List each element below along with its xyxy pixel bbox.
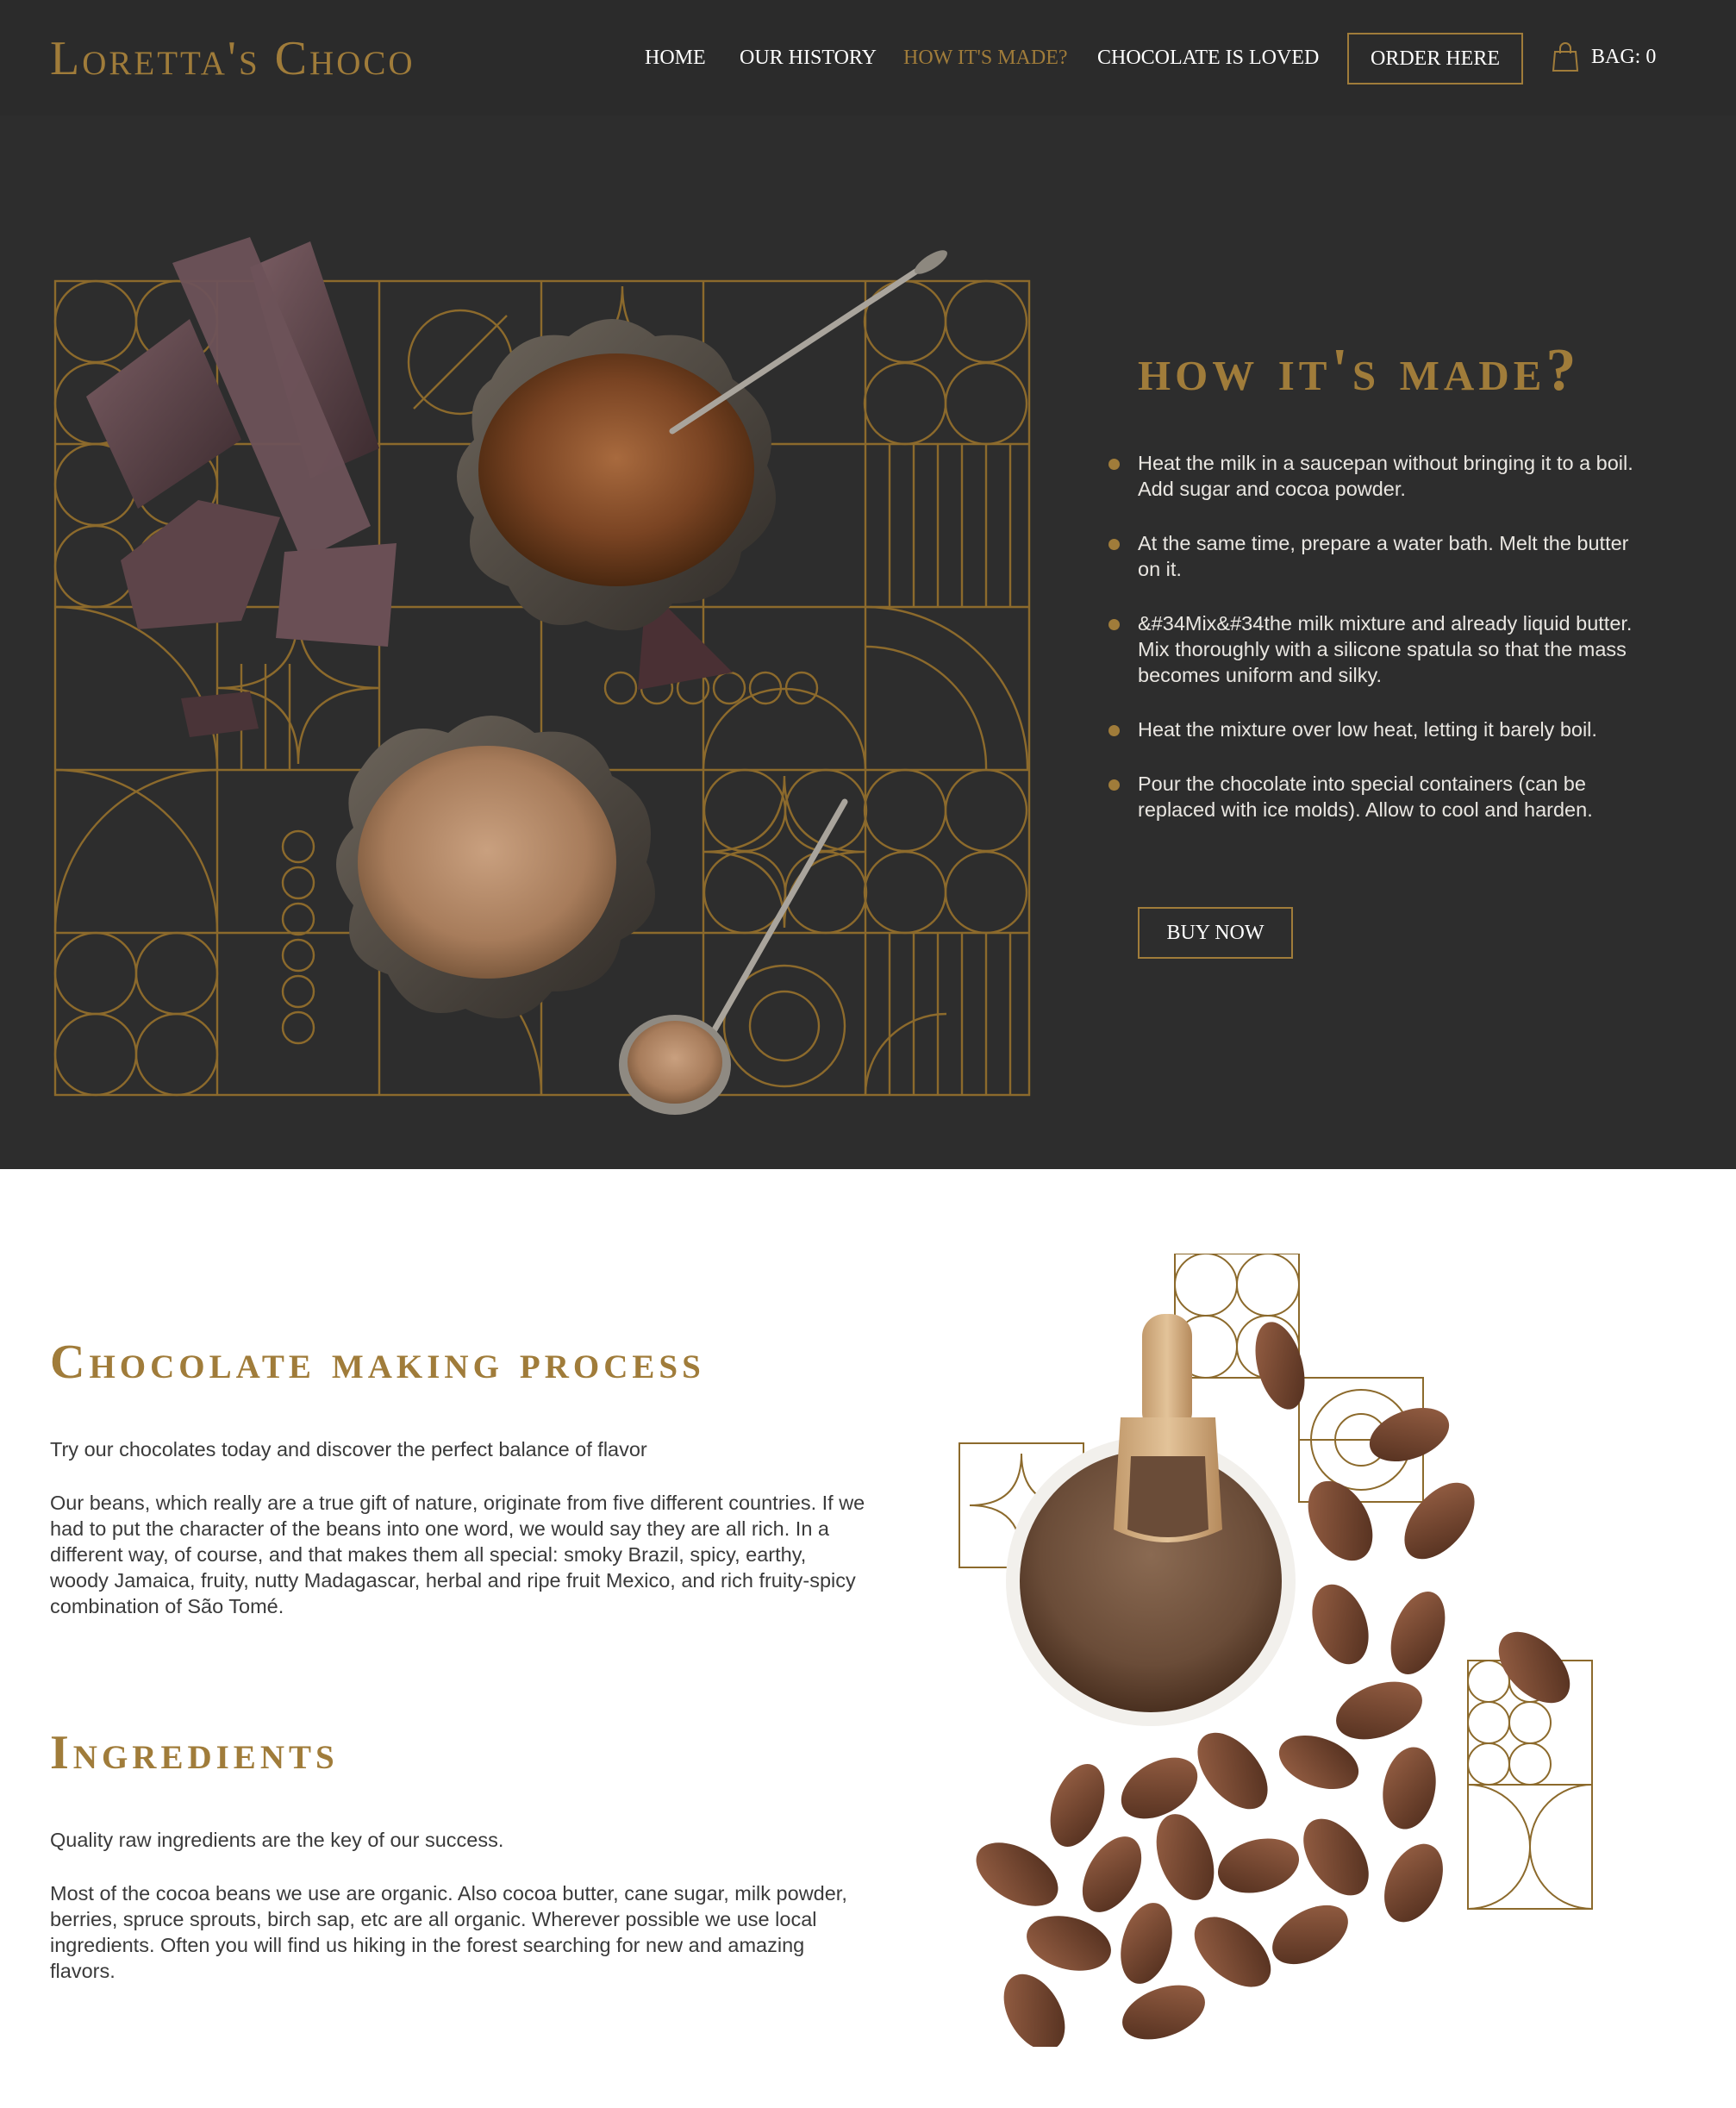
- process-section: Chocolate making process Try our chocola…: [0, 1169, 1736, 2108]
- step-text: At the same time, prepare a water bath. …: [1138, 532, 1629, 580]
- chocolate-ingredients-image: [53, 237, 1031, 1115]
- step-text: Heat the mixture over low heat, letting …: [1138, 718, 1597, 741]
- process-title: Chocolate making process: [50, 1335, 705, 1389]
- order-here-button[interactable]: ORDER HERE: [1347, 33, 1523, 84]
- how-its-made-section: how it's made? Heat the milk in a saucep…: [0, 116, 1736, 1169]
- step-text: Pour the chocolate into special containe…: [1138, 773, 1593, 821]
- bullet-icon: [1108, 779, 1120, 791]
- bullet-icon: [1108, 619, 1120, 630]
- hero-title: how it's made?: [1138, 337, 1581, 403]
- cocoa-beans-image: [959, 1254, 1593, 2047]
- buy-now-button[interactable]: BUY NOW: [1138, 907, 1293, 959]
- bullet-icon: [1108, 539, 1120, 550]
- nav-item-chocolate-is-loved[interactable]: CHOCOLATE IS LOVED: [1097, 45, 1319, 71]
- nav-item-our-history[interactable]: OUR HISTORY: [740, 45, 877, 71]
- ingredients-title: Ingredients: [50, 1726, 339, 1780]
- bullet-icon: [1108, 459, 1120, 470]
- step-text: Heat the milk in a saucepan without brin…: [1138, 452, 1633, 500]
- shopping-bag[interactable]: BAG: 0: [1552, 40, 1656, 74]
- site-header: Loretta's Choco HOME OUR HISTORY HOW IT'…: [0, 0, 1736, 116]
- nav-item-home[interactable]: HOME: [645, 45, 706, 71]
- shopping-bag-icon: [1552, 42, 1579, 72]
- list-item: At the same time, prepare a water bath. …: [1108, 530, 1652, 582]
- ingredients-intro: Quality raw ingredients are the key of o…: [50, 1829, 504, 1851]
- bullet-icon: [1108, 725, 1120, 736]
- bag-count: BAG: 0: [1591, 45, 1657, 68]
- process-intro: Try our chocolates today and discover th…: [50, 1438, 647, 1461]
- step-text: &#34Mix&#34the milk mixture and already …: [1138, 612, 1633, 686]
- list-item: Pour the chocolate into special containe…: [1108, 771, 1652, 823]
- list-item: Heat the mixture over low heat, letting …: [1108, 716, 1652, 742]
- nav-item-how-its-made[interactable]: HOW IT'S MADE?: [903, 45, 1068, 71]
- ingredients-body: Most of the cocoa beans we use are organ…: [50, 1882, 847, 1982]
- list-item: Heat the milk in a saucepan without brin…: [1108, 450, 1652, 502]
- process-body: Our beans, which really are a true gift …: [50, 1492, 865, 1617]
- steps-list: Heat the milk in a saucepan without brin…: [1108, 450, 1652, 851]
- brand-logo[interactable]: Loretta's Choco: [50, 31, 415, 86]
- list-item: &#34Mix&#34the milk mixture and already …: [1108, 610, 1652, 688]
